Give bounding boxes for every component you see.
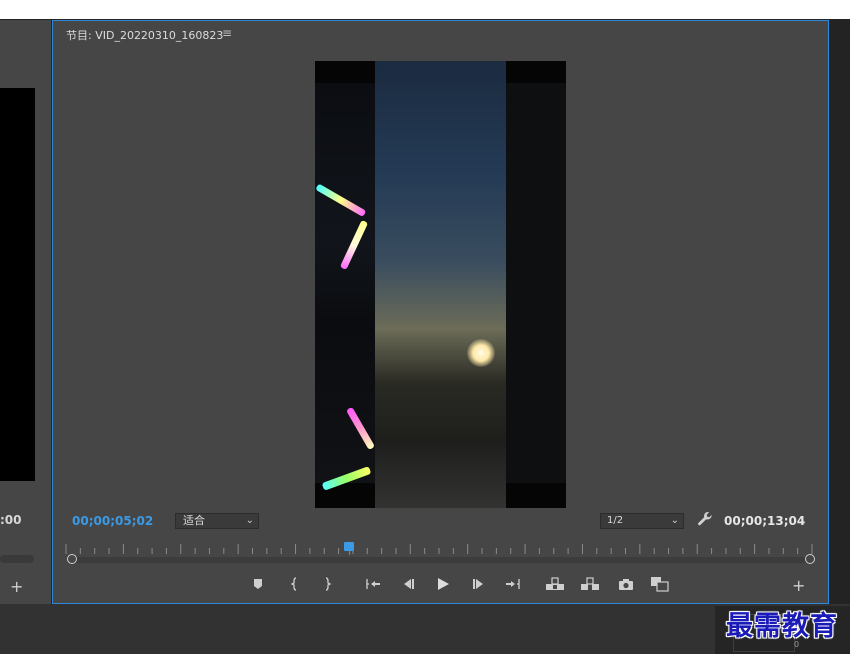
- go-to-out-button[interactable]: [503, 574, 523, 594]
- go-to-in-button[interactable]: [363, 574, 383, 594]
- play-icon: [438, 578, 449, 590]
- step-back-icon: [404, 579, 414, 589]
- compare-icon: [651, 577, 669, 592]
- lift-button[interactable]: [545, 574, 565, 594]
- mark-out-button[interactable]: [317, 574, 337, 594]
- program-monitor-tab[interactable]: 节目: VID_20220310_160823: [66, 27, 223, 43]
- chevron-down-icon: ⌄: [245, 515, 254, 526]
- play-button[interactable]: [433, 574, 453, 594]
- chevron-down-icon: ⌄: [670, 515, 679, 526]
- program-video-frame: [315, 61, 566, 508]
- watermark-text: 最需教育: [726, 611, 838, 642]
- mark-out-icon: [325, 577, 332, 591]
- playhead-line: [349, 551, 351, 555]
- fit-zoom-value: 适合: [183, 514, 205, 527]
- neon-light-streak: [315, 183, 367, 218]
- program-monitor-panel: 节目: VID_20220310_160823 ≡ 00;00;05;02 适合…: [52, 20, 829, 604]
- playback-resolution-value: 1/2: [607, 515, 624, 526]
- neon-light-streak: [339, 219, 369, 270]
- mark-in-icon: [290, 577, 297, 591]
- lift-icon: [546, 577, 564, 590]
- marker-icon: [254, 579, 262, 589]
- playback-resolution-select[interactable]: 1/2 ⌄: [600, 513, 684, 529]
- extract-button[interactable]: [580, 574, 600, 594]
- playhead-handle[interactable]: [344, 542, 355, 551]
- camera-icon: [619, 578, 633, 590]
- sun-glare: [467, 339, 495, 367]
- zoom-scrollbar[interactable]: [72, 557, 812, 563]
- mark-in-button[interactable]: [285, 574, 305, 594]
- video-right-strip: [506, 83, 566, 483]
- export-frame-button[interactable]: [616, 574, 636, 594]
- step-forward-button[interactable]: [469, 574, 489, 594]
- extract-icon: [581, 577, 599, 590]
- fit-zoom-select[interactable]: 适合 ⌄: [175, 513, 259, 529]
- step-back-button[interactable]: [398, 574, 418, 594]
- program-add-button[interactable]: +: [792, 576, 805, 595]
- go-to-in-icon: [366, 579, 380, 589]
- video-left-strip: [315, 83, 376, 491]
- scrollbar-end-handle[interactable]: [805, 554, 815, 564]
- time-ruler[interactable]: [65, 542, 813, 554]
- current-timecode[interactable]: 00;00;05;02: [72, 514, 153, 528]
- hamburger-icon[interactable]: ≡: [222, 26, 232, 40]
- neon-light-reflection: [321, 466, 372, 491]
- source-scrollbar[interactable]: [0, 555, 34, 563]
- scrollbar-start-handle[interactable]: [67, 554, 77, 564]
- source-video-frame: [0, 88, 35, 481]
- transport-controls: [243, 574, 683, 596]
- source-add-button[interactable]: +: [10, 577, 23, 596]
- top-bar: [0, 0, 850, 19]
- video-center-sunset: [375, 61, 506, 508]
- duration-timecode: 00;00;13;04: [724, 514, 806, 528]
- neon-light-reflection: [345, 406, 376, 451]
- source-timecode[interactable]: :00: [0, 513, 22, 527]
- wrench-icon[interactable]: [697, 511, 713, 527]
- source-monitor-panel: :00 +: [0, 20, 51, 604]
- compare-view-button[interactable]: [650, 574, 670, 594]
- step-forward-icon: [473, 579, 483, 589]
- go-to-out-icon: [506, 579, 520, 589]
- add-marker-button[interactable]: [248, 574, 268, 594]
